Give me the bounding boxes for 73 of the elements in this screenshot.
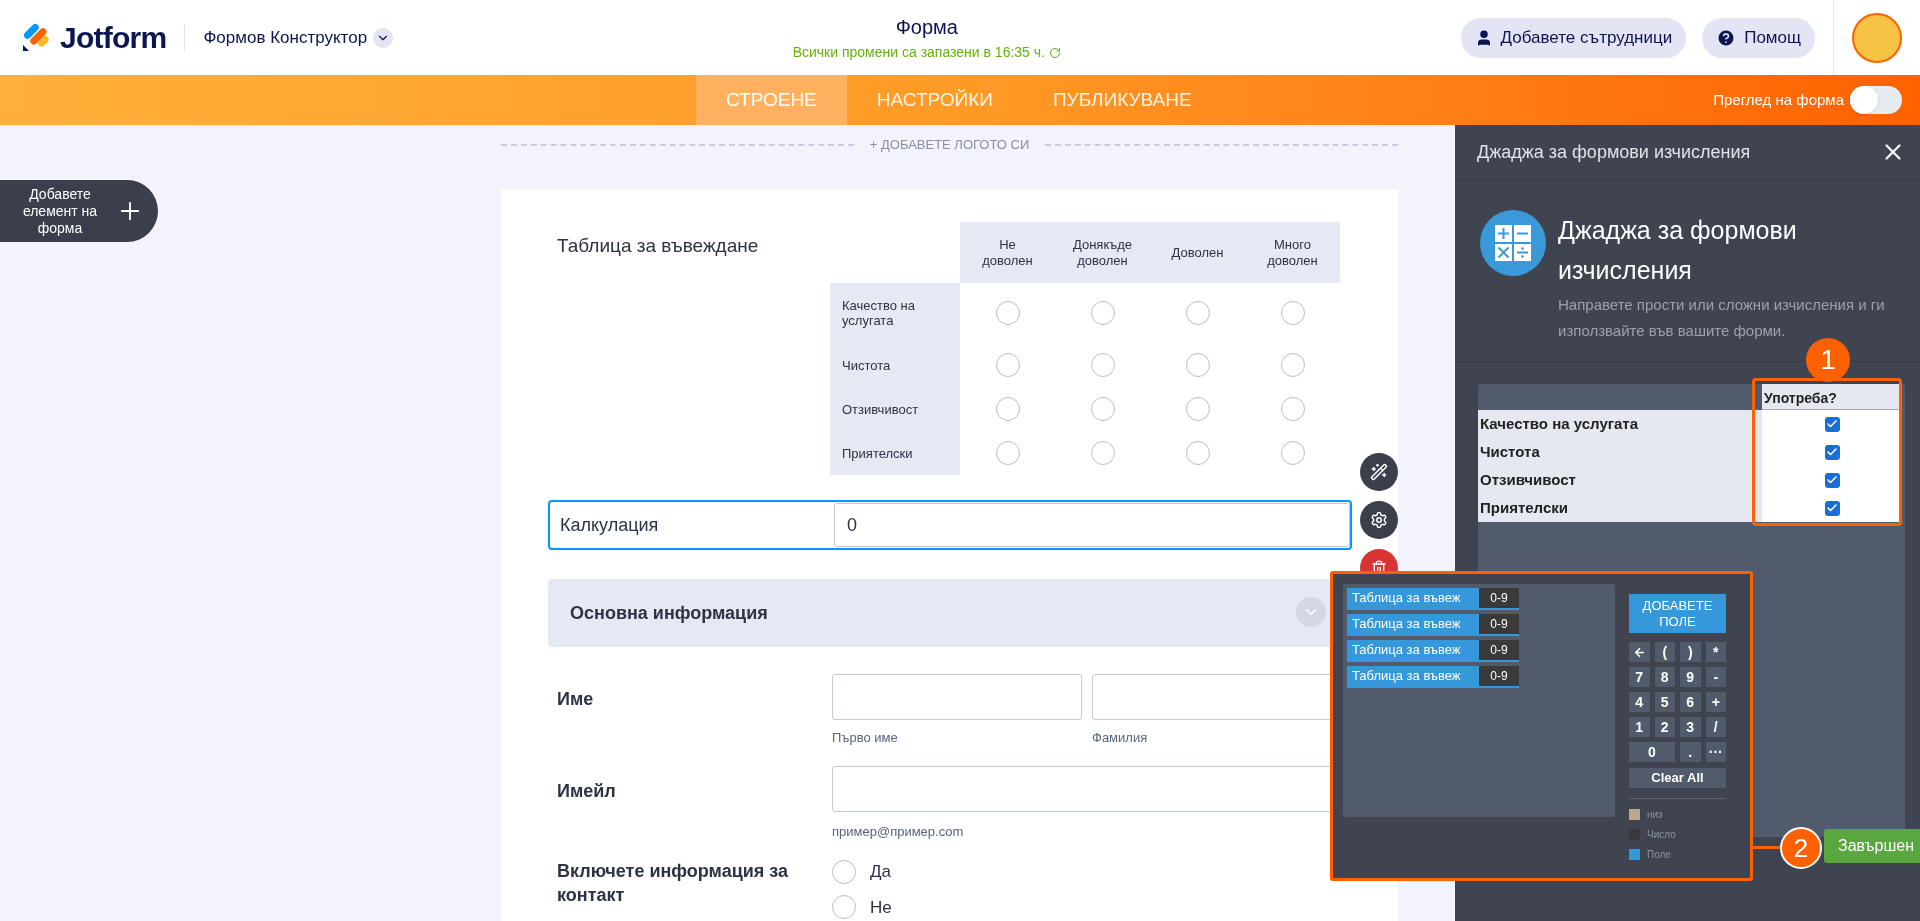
sublabel: пример@пример.com [832,822,965,841]
collaborators-button[interactable]: Добавете сътрудници [1460,17,1687,58]
column-header: Доволен [1150,222,1245,283]
help-button[interactable]: Помощ [1702,17,1815,58]
clear-all-button[interactable]: Clear All [1629,768,1726,788]
save-status: Всички промени са запазени в 16:35 ч. [792,43,1045,62]
widget-description: Направете прости или сложни изчисления и ги използвайте във вашите форми. [1558,295,1886,341]
keypad-key[interactable]: 2 [1654,717,1675,737]
keypad-key[interactable]: ) [1680,642,1701,662]
field-label: Калкулация [560,513,660,537]
keypad-key[interactable]: ··· [1705,742,1726,762]
checkbox[interactable] [1824,472,1840,488]
keypad-key[interactable]: ( [1654,642,1675,662]
field-label: Включете информация за контакт [557,860,790,907]
preview-label: Преглед на форма [1713,89,1844,110]
row-label: Приятелски [1478,494,1762,522]
widget-title: Джаджа за формови изчисления [1558,215,1798,286]
checkbox[interactable] [1824,500,1840,516]
row-label: Чистота [1478,438,1762,466]
calculation-input[interactable]: 0 [834,503,1350,547]
help-icon [1716,27,1737,48]
column-header: Много доволен [1245,222,1340,283]
keypad-key[interactable]: * [1705,642,1726,662]
legend-label: Поле [1647,848,1671,862]
keypad-key[interactable]: 5 [1654,692,1675,712]
column-header: Употреба? [1762,384,1902,410]
keypad-key[interactable]: 0 [1629,742,1675,762]
row-header: Приятелски [830,431,960,475]
column-header: Не доволен [960,222,1055,283]
avatar[interactable] [1852,12,1902,63]
keypad-key[interactable]: 1 [1629,717,1650,737]
legend-label: Число [1647,828,1676,842]
keypad-key[interactable]: + [1705,692,1726,712]
field-label: Таблица за въвеждане [557,234,760,258]
keypad-key[interactable]: / [1705,717,1726,737]
add-element-button[interactable]: Добавете елемент на форма [0,180,158,242]
keypad-key[interactable]: 8 [1654,667,1675,687]
settings-icon [1370,511,1388,529]
row-header: Качество на услугата [830,283,960,343]
keypad-key[interactable]: . [1680,742,1701,762]
text-input[interactable] [832,674,1082,720]
row-label: Отзивчивост [1478,466,1762,494]
calculation-field-card[interactable]: Калкулация 0 [548,500,1352,550]
field-label: Имейл [557,779,617,803]
row-label: Качество на услугата [1478,410,1762,438]
logo-icon [22,22,50,53]
row-header: Отзивчивост [830,387,960,431]
option-label: Не [870,896,892,919]
field-label: Име [557,688,595,711]
row-header: Чистота [830,343,960,387]
panel-header: Джаджа за формови изчисления [1477,140,1751,164]
preview-toggle[interactable] [1850,86,1902,114]
keypad-key[interactable]: 6 [1680,692,1701,712]
keypad-key[interactable]: 4 [1629,692,1650,712]
refresh-icon [1049,46,1061,59]
builder-menu[interactable]: Формов Конструктор [203,24,394,51]
option-label: Да [870,861,891,883]
legend-label: низ [1647,808,1663,822]
keypad-key[interactable]: - [1705,667,1726,687]
checkbox[interactable] [1824,444,1840,460]
keypad-key[interactable]: 3 [1680,717,1701,737]
arrow-left-icon [1632,645,1646,659]
sublabel: Първо име [832,729,899,747]
form-title[interactable]: Форма [895,12,958,42]
keypad-key[interactable]: 7 [1629,667,1650,687]
keypad-key[interactable]: 9 [1680,667,1701,687]
checkbox[interactable] [1824,416,1840,432]
brand-name: Jotform [60,20,167,56]
wand-icon [1370,463,1388,481]
sublabel: Фамилия [1092,729,1149,747]
column-header: Донякъде доволен [1055,222,1150,283]
backspace-key[interactable] [1629,642,1650,662]
chevron-down-icon [373,27,394,48]
